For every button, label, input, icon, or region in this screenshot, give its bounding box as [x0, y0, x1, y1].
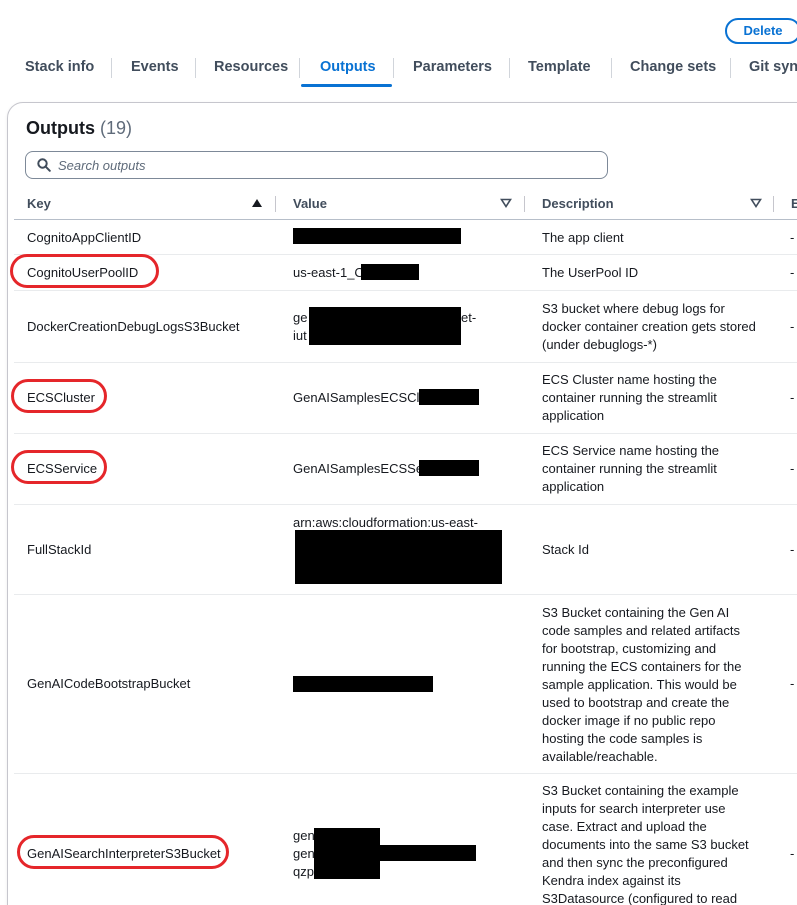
- highlight-annotation: [17, 835, 229, 869]
- tab-events[interactable]: Events: [131, 50, 179, 86]
- row-description: S3 Bucket containing the Gen AI code sam…: [542, 605, 742, 764]
- row-extra: -: [790, 461, 795, 476]
- row-description: S3 Bucket containing the example inputs …: [542, 783, 749, 905]
- row-divider: [14, 594, 797, 595]
- row-extra: -: [790, 542, 795, 557]
- panel-title: Outputs (19): [26, 118, 132, 139]
- row-value: GenAISamplesECSSer: [293, 461, 428, 476]
- column-divider[interactable]: [275, 196, 276, 212]
- row-value: us-east-1_C: [293, 265, 364, 280]
- column-header-key[interactable]: Key: [27, 194, 51, 214]
- tab-change-sets[interactable]: Change sets: [630, 50, 716, 86]
- tab-parameters[interactable]: Parameters: [413, 50, 492, 86]
- redaction-block: [293, 676, 433, 692]
- column-header-extra[interactable]: E: [791, 194, 797, 214]
- redaction-block: [295, 530, 502, 584]
- row-extra: -: [790, 676, 795, 691]
- row-value: gen: [293, 846, 315, 861]
- column-header-description[interactable]: Description: [542, 194, 614, 214]
- redaction-block: [419, 460, 479, 476]
- row-description: The UserPool ID: [542, 265, 639, 280]
- column-header-value[interactable]: Value: [293, 194, 327, 214]
- tab-stack-info[interactable]: Stack info: [25, 50, 94, 86]
- row-value: GenAISamplesECSClu: [293, 390, 427, 405]
- row-description: Stack Id: [542, 542, 589, 557]
- row-extra: -: [790, 846, 795, 861]
- row-key: CognitoAppClientID: [27, 230, 142, 245]
- tab-divider: [730, 58, 731, 78]
- column-divider[interactable]: [524, 196, 525, 212]
- active-tab-indicator: [301, 84, 392, 87]
- tab-divider: [611, 58, 612, 78]
- row-divider: [14, 504, 797, 505]
- row-divider: [14, 773, 797, 774]
- tab-divider: [509, 58, 510, 78]
- tab-outputs[interactable]: Outputs: [320, 50, 376, 86]
- panel-title-text: Outputs: [26, 118, 95, 138]
- search-icon: [37, 158, 51, 172]
- row-value: qzp: [293, 864, 314, 879]
- highlight-annotation: [11, 450, 107, 484]
- tab-divider: [299, 58, 300, 78]
- row-divider: [14, 433, 797, 434]
- highlight-annotation: [11, 379, 107, 413]
- sort-ascending-icon[interactable]: [251, 198, 263, 208]
- tab-divider: [111, 58, 112, 78]
- row-extra: -: [790, 230, 795, 245]
- tab-divider: [195, 58, 196, 78]
- row-key: FullStackId: [27, 542, 92, 557]
- row-extra: -: [790, 265, 795, 280]
- redaction-block: [419, 389, 479, 405]
- search-box[interactable]: [25, 151, 608, 179]
- row-divider: [14, 290, 797, 291]
- row-extra: -: [790, 319, 795, 334]
- row-description: S3 bucket where debug logs for docker co…: [542, 301, 756, 352]
- row-value: iut: [293, 328, 307, 343]
- redaction-block: [293, 228, 461, 244]
- highlight-annotation: [10, 254, 159, 288]
- tab-template[interactable]: Template: [528, 50, 591, 86]
- row-value: et-: [461, 310, 477, 325]
- row-divider: [14, 362, 797, 363]
- tab-git-sync[interactable]: Git sync: [749, 50, 797, 86]
- tab-bar: Stack info Events Resources Outputs Para…: [0, 50, 797, 88]
- column-divider[interactable]: [773, 196, 774, 212]
- row-description: ECS Cluster name hosting the container r…: [542, 372, 717, 423]
- row-key: DockerCreationDebugLogsS3Bucket: [27, 319, 240, 334]
- row-value: gen: [293, 828, 315, 843]
- tab-resources[interactable]: Resources: [214, 50, 288, 86]
- sort-descending-icon[interactable]: [750, 198, 762, 208]
- redaction-block: [361, 264, 419, 280]
- redaction-block: [309, 307, 461, 345]
- row-description: The app client: [542, 230, 624, 245]
- output-count: (19): [100, 118, 133, 138]
- tab-divider: [393, 58, 394, 78]
- row-extra: -: [790, 390, 795, 405]
- header-divider: [14, 219, 797, 220]
- row-description: ECS Service name hosting the container r…: [542, 443, 720, 494]
- row-key: GenAICodeBootstrapBucket: [27, 676, 191, 691]
- search-input[interactable]: [58, 155, 598, 175]
- row-value: ge: [293, 310, 308, 325]
- redaction-block: [314, 845, 476, 861]
- delete-button[interactable]: Delete: [725, 18, 797, 44]
- sort-descending-icon[interactable]: [500, 198, 512, 208]
